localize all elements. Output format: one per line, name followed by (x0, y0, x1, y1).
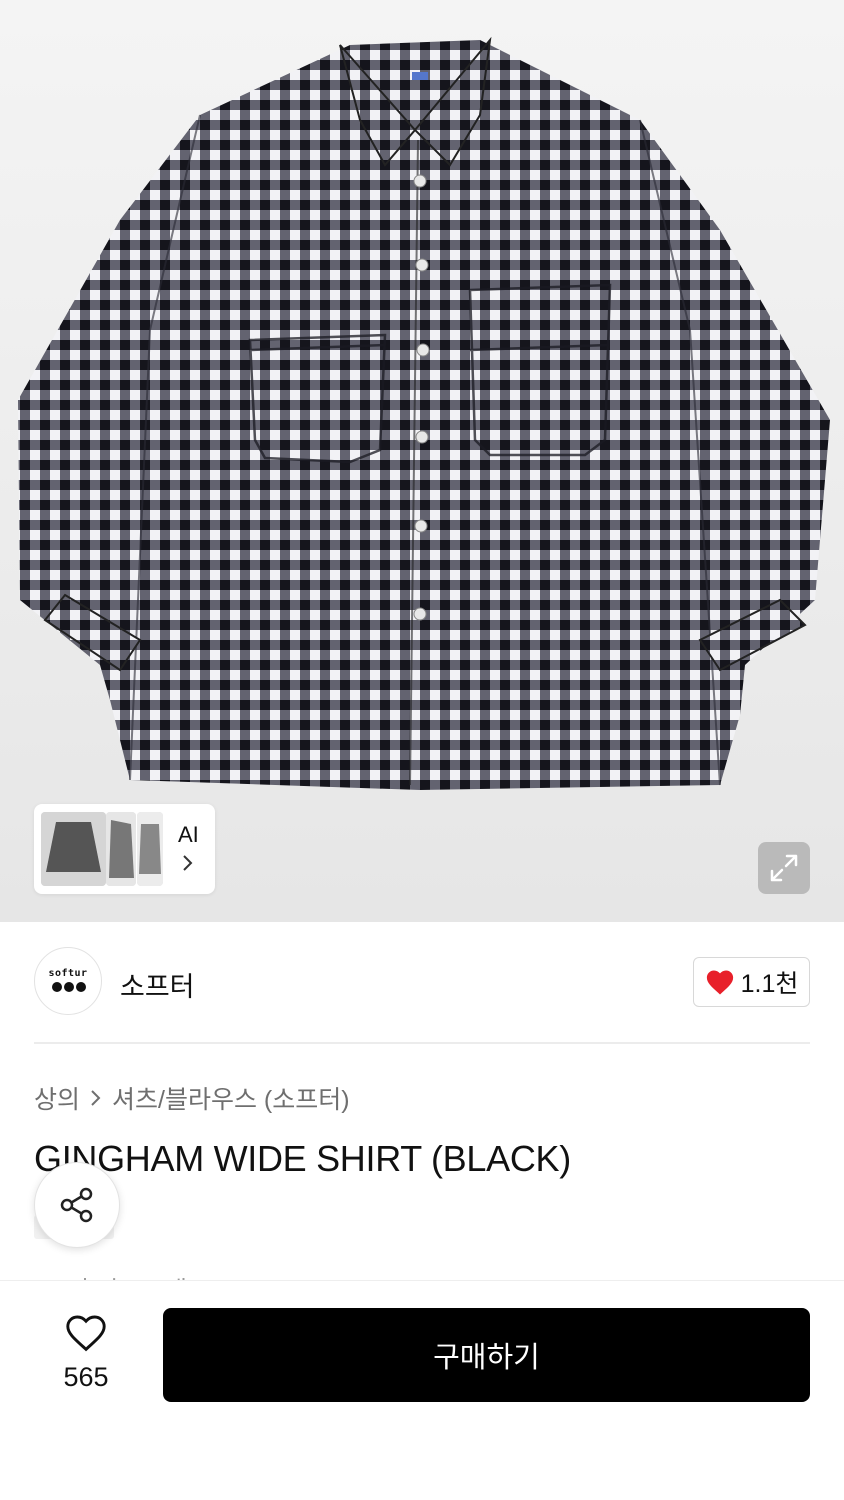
chevron-right-icon (91, 1090, 101, 1106)
expand-button[interactable] (758, 842, 810, 894)
wishlist-button[interactable]: 565 (46, 1313, 126, 1393)
share-icon (60, 1187, 93, 1223)
store-like-button[interactable]: 1.1천 (693, 957, 810, 1007)
store-logo[interactable]: softur (34, 947, 102, 1015)
thumbnail-2[interactable] (106, 812, 136, 886)
store-like-count: 1.1천 (740, 970, 799, 998)
store-logo-text: softur (48, 968, 88, 979)
bottom-action-bar: 565 구매하기 (0, 1280, 844, 1500)
product-title: GINGHAM WIDE SHIRT (BLACK) (34, 1138, 571, 1179)
thumbnail-3[interactable] (137, 812, 163, 886)
heart-outline-icon (66, 1315, 106, 1352)
ai-label: AI (178, 822, 199, 847)
wishlist-count: 565 (63, 1362, 109, 1392)
breadcrumb: 상의 셔츠/블라우스 (소프터) (34, 1080, 350, 1116)
breadcrumb-category[interactable]: 상의 (34, 1080, 80, 1116)
share-button[interactable] (34, 1162, 120, 1248)
store-row: softur 소프터 1.1천 (34, 947, 810, 1017)
chevron-right-icon (183, 855, 193, 871)
divider (34, 1042, 810, 1044)
store-logo-dots (52, 982, 86, 992)
store-name[interactable]: 소프터 (120, 965, 195, 1004)
expand-icon (770, 854, 798, 882)
thumbnail-1[interactable] (41, 812, 106, 886)
product-image (18, 36, 830, 790)
breadcrumb-subcategory[interactable]: 셔츠/블라우스 (소프터) (112, 1080, 350, 1116)
ai-thumbnail-strip[interactable]: AI (34, 804, 215, 894)
buy-button[interactable]: 구매하기 (163, 1308, 810, 1402)
product-image-gallery[interactable]: AI (0, 0, 844, 922)
heart-filled-icon (706, 970, 733, 995)
